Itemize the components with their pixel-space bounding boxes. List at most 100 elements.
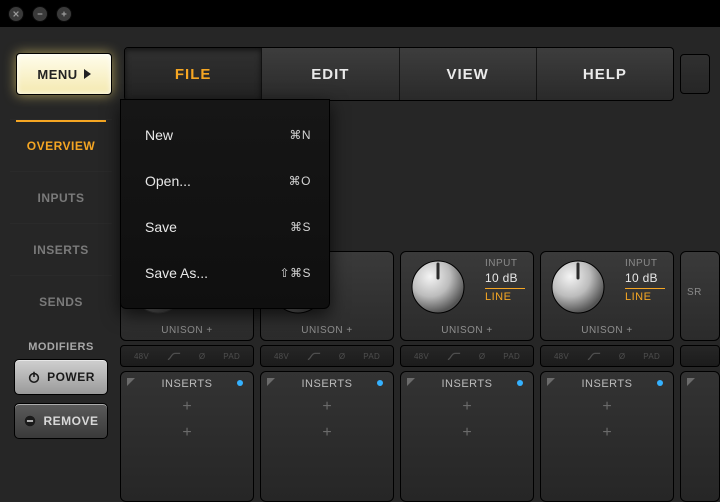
- unison-label[interactable]: UNISON +: [121, 325, 253, 336]
- menu-button-label: MENU: [37, 67, 77, 82]
- disclosure-triangle-icon[interactable]: [267, 378, 275, 386]
- power-button[interactable]: POWER: [14, 359, 108, 395]
- insert-add[interactable]: +: [261, 416, 393, 442]
- menu-item-shortcut: ⌘O: [289, 174, 311, 188]
- menu-tabs: FILE EDIT VIEW HELP: [124, 47, 674, 101]
- sidebar: OVERVIEW INPUTS INSERTS SENDS MODIFIERS …: [10, 119, 112, 502]
- disclosure-triangle-icon[interactable]: [547, 378, 555, 386]
- window-close-button[interactable]: [8, 6, 24, 22]
- input-options: 48V Ø PAD: [400, 345, 534, 367]
- inserts-section: [680, 371, 720, 502]
- unison-label[interactable]: UNISON +: [401, 325, 533, 336]
- remove-label: REMOVE: [43, 414, 98, 428]
- opt-hpf[interactable]: [307, 351, 321, 361]
- insert-add[interactable]: +: [121, 416, 253, 442]
- power-label: POWER: [47, 370, 95, 384]
- line-underline: [625, 288, 665, 289]
- menu-button[interactable]: MENU: [16, 53, 112, 95]
- unison-label[interactable]: UNISON +: [261, 325, 393, 336]
- sr-label: SR: [687, 287, 702, 298]
- opt-hpf[interactable]: [447, 351, 461, 361]
- minus-circle-icon: [23, 414, 37, 428]
- input-section: INPUT 10 dB LINE UNISON +: [540, 251, 674, 341]
- remove-button[interactable]: REMOVE: [14, 403, 108, 439]
- insert-add[interactable]: +: [401, 390, 533, 416]
- insert-add[interactable]: +: [401, 416, 533, 442]
- inserts-title: INSERTS: [541, 378, 673, 390]
- input-options: [680, 345, 720, 367]
- insert-add[interactable]: +: [261, 390, 393, 416]
- sidebar-item-inserts[interactable]: INSERTS: [10, 223, 112, 275]
- menu-item-shortcut: ⌘S: [290, 220, 311, 234]
- menu-item-label: Save: [145, 219, 177, 235]
- sidebar-item-label: INSERTS: [33, 243, 89, 257]
- menu-item-new[interactable]: New ⌘N: [121, 112, 329, 158]
- hpf-icon: [167, 351, 181, 361]
- menu-item-label: New: [145, 127, 173, 143]
- sidebar-item-overview[interactable]: OVERVIEW: [10, 119, 112, 171]
- tab-file[interactable]: FILE: [125, 48, 262, 100]
- line-label[interactable]: LINE: [625, 291, 651, 303]
- sidebar-item-inputs[interactable]: INPUTS: [10, 171, 112, 223]
- active-dot-icon: [377, 380, 383, 386]
- status-indicator: [680, 54, 710, 94]
- hpf-icon: [307, 351, 321, 361]
- file-menu-dropdown: New ⌘N Open... ⌘O Save ⌘S Save As... ⇧⌘S: [120, 99, 330, 309]
- input-label: INPUT: [485, 258, 518, 269]
- tab-label: VIEW: [446, 66, 488, 83]
- disclosure-triangle-icon[interactable]: [407, 378, 415, 386]
- tab-label: EDIT: [311, 66, 349, 83]
- inserts-section: INSERTS + +: [260, 371, 394, 502]
- inserts-section: INSERTS + +: [540, 371, 674, 502]
- opt-48v[interactable]: 48V: [554, 352, 569, 361]
- insert-add[interactable]: +: [121, 390, 253, 416]
- tab-edit[interactable]: EDIT: [262, 48, 399, 100]
- gain-value: 10 dB: [625, 271, 658, 285]
- opt-pad[interactable]: PAD: [503, 352, 520, 361]
- unison-label[interactable]: UNISON +: [541, 325, 673, 336]
- opt-hpf[interactable]: [167, 351, 181, 361]
- opt-phase[interactable]: Ø: [479, 352, 486, 361]
- app-window: MENU FILE EDIT VIEW HELP OVERVIEW INPUTS…: [0, 26, 720, 502]
- menu-item-save[interactable]: Save ⌘S: [121, 204, 329, 250]
- input-options: 48V Ø PAD: [120, 345, 254, 367]
- menu-item-open[interactable]: Open... ⌘O: [121, 158, 329, 204]
- sidebar-item-label: OVERVIEW: [27, 139, 95, 153]
- gain-knob[interactable]: [409, 258, 467, 316]
- opt-hpf[interactable]: [587, 351, 601, 361]
- opt-phase[interactable]: Ø: [619, 352, 626, 361]
- channel-strip: INPUT 10 dB LINE UNISON + 48V Ø PAD INSE…: [400, 131, 534, 502]
- opt-phase[interactable]: Ø: [339, 352, 346, 361]
- opt-48v[interactable]: 48V: [274, 352, 289, 361]
- line-underline: [485, 288, 525, 289]
- tab-help[interactable]: HELP: [537, 48, 673, 100]
- input-section: INPUT 10 dB LINE UNISON +: [400, 251, 534, 341]
- opt-pad[interactable]: PAD: [363, 352, 380, 361]
- gain-value: 10 dB: [485, 271, 518, 285]
- opt-pad[interactable]: PAD: [643, 352, 660, 361]
- menu-item-save-as[interactable]: Save As... ⇧⌘S: [121, 250, 329, 296]
- channel-strip-sr: SR: [680, 131, 720, 502]
- inserts-section: INSERTS + +: [120, 371, 254, 502]
- window-minimize-button[interactable]: [32, 6, 48, 22]
- disclosure-triangle-icon[interactable]: [127, 378, 135, 386]
- top-bar: MENU FILE EDIT VIEW HELP: [10, 47, 710, 101]
- opt-48v[interactable]: 48V: [134, 352, 149, 361]
- opt-pad[interactable]: PAD: [223, 352, 240, 361]
- hpf-icon: [447, 351, 461, 361]
- insert-add[interactable]: +: [541, 390, 673, 416]
- gain-knob[interactable]: [549, 258, 607, 316]
- menu-item-label: Save As...: [145, 265, 208, 281]
- opt-48v[interactable]: 48V: [414, 352, 429, 361]
- menu-item-shortcut: ⇧⌘S: [279, 266, 311, 280]
- tab-view[interactable]: VIEW: [400, 48, 537, 100]
- opt-phase[interactable]: Ø: [199, 352, 206, 361]
- line-label[interactable]: LINE: [485, 291, 511, 303]
- active-dot-icon: [657, 380, 663, 386]
- sidebar-item-sends[interactable]: SENDS: [10, 275, 112, 327]
- window-maximize-button[interactable]: [56, 6, 72, 22]
- insert-add[interactable]: +: [541, 416, 673, 442]
- input-section: SR: [680, 251, 720, 341]
- modifiers-header: MODIFIERS: [10, 335, 112, 359]
- disclosure-triangle-icon[interactable]: [687, 378, 695, 386]
